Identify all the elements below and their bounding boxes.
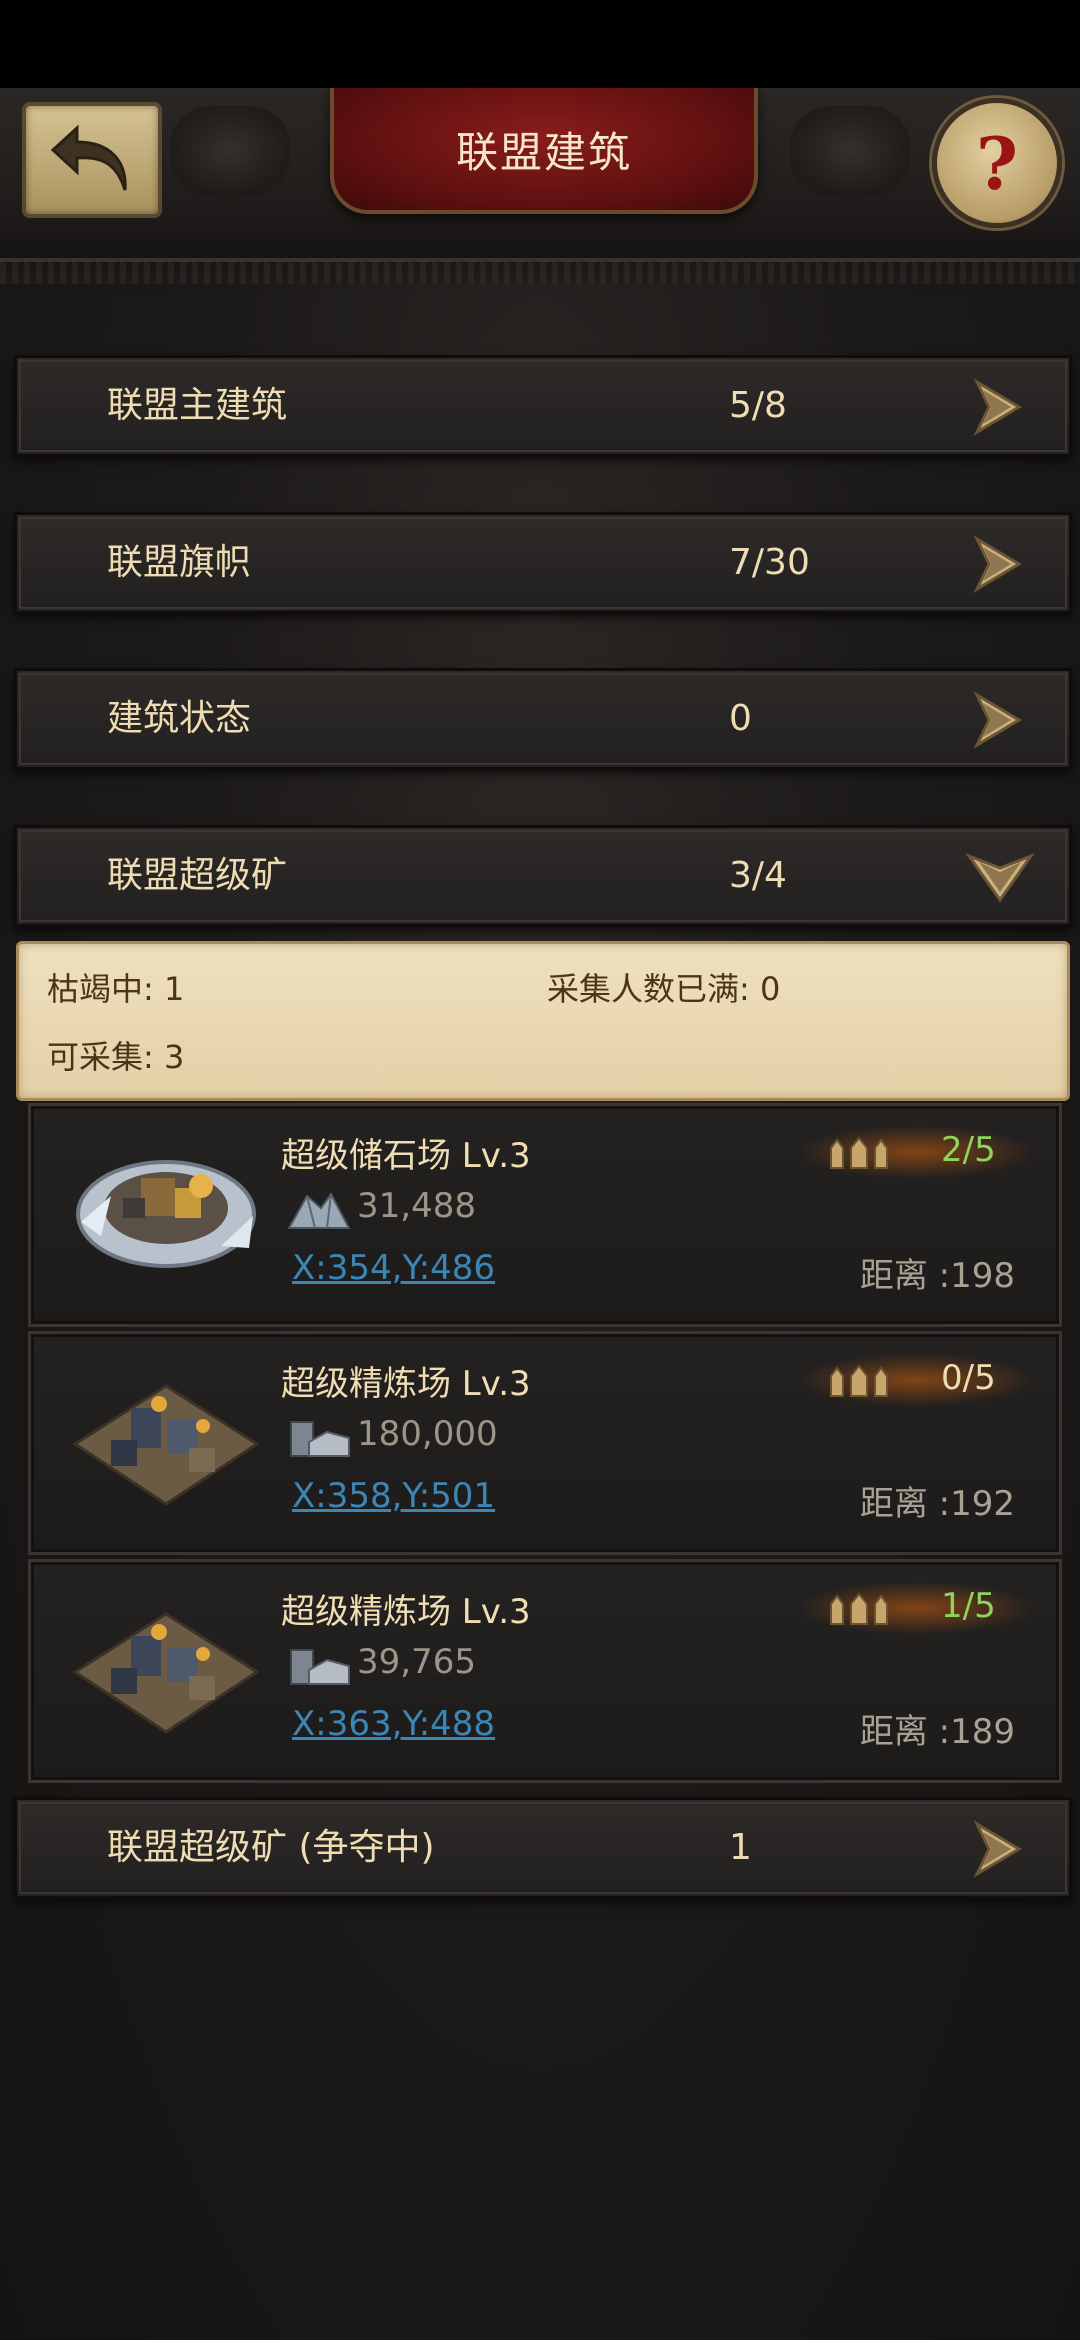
- coordinates-link[interactable]: X:354,Y:486: [292, 1248, 495, 1288]
- mine-name: 超级精炼场 Lv.3: [281, 1592, 531, 1632]
- iron-icon: [290, 1649, 350, 1685]
- coordinates-link[interactable]: X:363,Y:488: [292, 1704, 495, 1744]
- iron-icon: [290, 1421, 350, 1457]
- mine-card[interactable]: 超级精炼场 Lv.3 180,000 X:358,Y:501 距离 :192 0…: [28, 1331, 1062, 1555]
- row-alliance-super-mines[interactable]: 联盟超级矿 3/4: [14, 825, 1072, 927]
- stone-icon: [287, 1192, 351, 1229]
- resource-amount: 39,765: [357, 1642, 476, 1682]
- row-count: 0: [729, 698, 752, 739]
- resource-amount: 180,000: [357, 1414, 498, 1454]
- back-button[interactable]: [22, 102, 162, 218]
- distance: 距离 :192: [859, 1484, 1015, 1524]
- status-bar: [0, 0, 1080, 88]
- row-label: 联盟主建筑: [107, 385, 288, 426]
- available-count: 可采集: 3: [47, 1038, 185, 1076]
- refinery-thumbnail: [72, 1612, 260, 1734]
- occupancy-value: 2/5: [941, 1130, 996, 1170]
- mine-card[interactable]: 超级精炼场 Lv.3 39,765 X:363,Y:488 距离 :189 1/…: [28, 1559, 1062, 1783]
- mine-name: 超级储石场 Lv.3: [281, 1136, 531, 1176]
- top-header: 联盟建筑 ?: [0, 88, 1080, 284]
- occupancy-value: 1/5: [941, 1586, 996, 1626]
- row-label: 联盟超级矿 (争夺中): [107, 1827, 435, 1868]
- gatherer-occupancy: 1/5: [801, 1582, 1031, 1634]
- row-building-status[interactable]: 建筑状态 0: [14, 668, 1072, 770]
- soldiers-icon: [830, 1136, 888, 1169]
- row-alliance-flags[interactable]: 联盟旗帜 7/30: [14, 512, 1072, 614]
- depleting-count: 枯竭中: 1: [47, 970, 185, 1008]
- row-count: 5/8: [729, 385, 787, 426]
- occupancy-value: 0/5: [941, 1358, 996, 1398]
- header-ornament-right: [790, 106, 910, 196]
- help-button[interactable]: ?: [932, 98, 1062, 228]
- super-mine-summary-panel: 枯竭中: 1 采集人数已满: 0 可采集: 3: [16, 941, 1070, 1101]
- refinery-thumbnail: [72, 1384, 260, 1506]
- row-label: 联盟旗帜: [107, 542, 252, 583]
- title-plate: 联盟建筑: [330, 88, 758, 214]
- chevron-right-icon: [973, 378, 1022, 436]
- distance: 距离 :198: [859, 1256, 1015, 1296]
- page-title: 联盟建筑: [455, 127, 632, 177]
- distance: 距离 :189: [859, 1712, 1015, 1752]
- soldiers-icon: [830, 1364, 888, 1397]
- coordinates-link[interactable]: X:358,Y:501: [292, 1476, 495, 1516]
- mine-card[interactable]: 超级储石场 Lv.3 31,488 X:354,Y:486 距离 :198 2/…: [28, 1103, 1062, 1327]
- question-mark-icon: ?: [975, 120, 1019, 206]
- header-ornament-left: [170, 106, 290, 196]
- row-count: 7/30: [729, 542, 810, 583]
- gatherer-occupancy: 2/5: [801, 1126, 1031, 1178]
- row-label: 建筑状态: [107, 698, 252, 739]
- chevron-down-icon: [965, 852, 1035, 903]
- gatherer-occupancy: 0/5: [801, 1354, 1031, 1406]
- stone-quarry-thumbnail: [76, 1160, 256, 1268]
- chevron-right-icon: [973, 1820, 1022, 1878]
- row-contested-super-mines[interactable]: 联盟超级矿 (争夺中) 1: [14, 1797, 1072, 1899]
- soldiers-icon: [830, 1592, 888, 1625]
- chevron-right-icon: [973, 535, 1022, 593]
- row-count: 1: [729, 1827, 752, 1868]
- row-label: 联盟超级矿: [107, 855, 288, 896]
- mine-name: 超级精炼场 Lv.3: [281, 1364, 531, 1404]
- row-count: 3/4: [729, 855, 787, 896]
- row-alliance-main-buildings[interactable]: 联盟主建筑 5/8: [14, 355, 1072, 457]
- gatherers-full-count: 采集人数已满: 0: [547, 970, 781, 1008]
- resource-amount: 31,488: [357, 1186, 476, 1226]
- chevron-right-icon: [973, 691, 1022, 749]
- back-arrow-icon: [50, 124, 127, 191]
